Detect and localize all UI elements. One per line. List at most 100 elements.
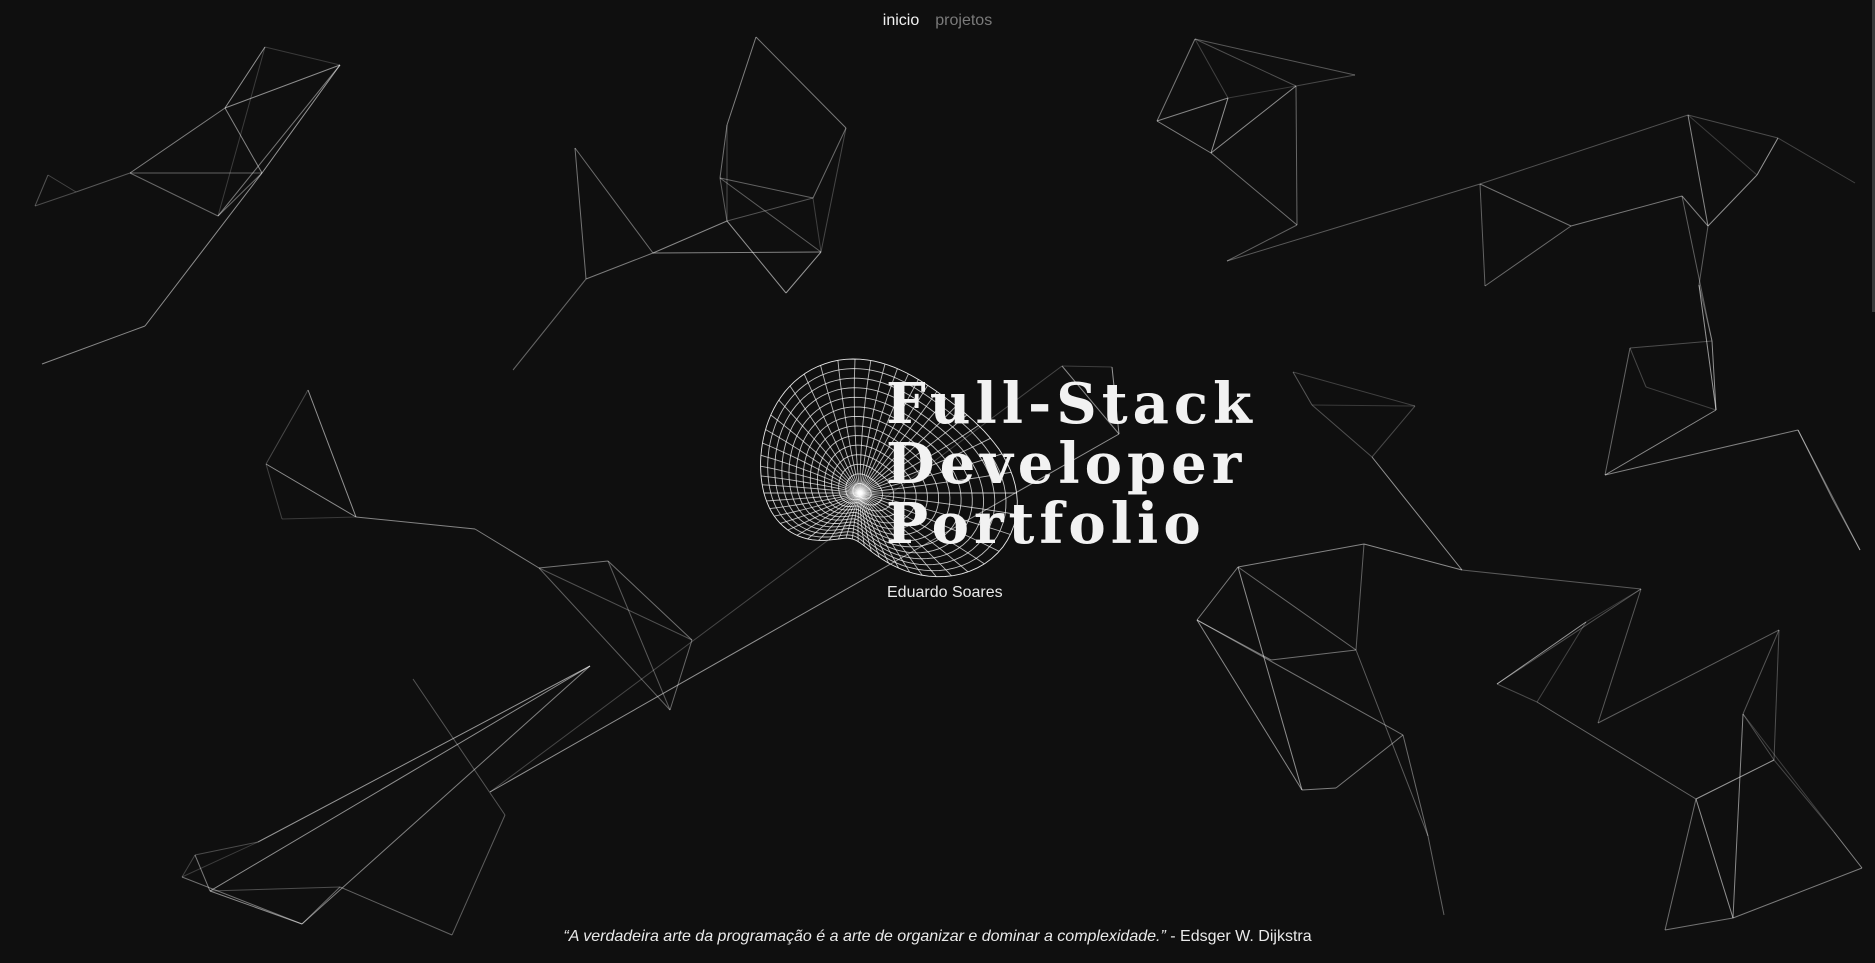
network-edge [1707,174,1758,227]
network-edge [719,177,728,222]
network-edge [1833,831,1863,869]
network-edge [41,325,146,365]
hero-title-line: Full-Stack [886,371,1257,437]
network-edge [812,197,822,253]
network-edge [1355,649,1429,837]
network-edge [1773,759,1835,833]
network-edge [1604,347,1631,476]
hero-title: Full-Stack Developer Portfolio [886,374,1257,554]
network-edge [217,46,266,217]
network-edge [75,172,131,193]
network-edge [1156,120,1212,154]
network-edge [1732,867,1863,919]
network-edge [512,278,587,371]
network-edge [652,251,822,254]
network-edge [1742,629,1780,715]
network-edge [820,127,847,253]
network-edge [1585,588,1642,623]
hero-title-line: Portfolio [886,491,1206,557]
network-edge [1427,835,1445,916]
network-edge [1156,97,1229,122]
network-edge [1698,225,1709,286]
network-edge [301,665,591,925]
network-edge [209,886,341,892]
footer-quote: “A verdadeira arte da programação é a ar… [0,928,1875,946]
network-edge [264,46,341,66]
network-edge [1496,621,1587,685]
network-edge [719,124,728,179]
network-edge [1484,225,1572,287]
network-edge [785,251,822,294]
nav-link-inicio[interactable]: inicio [883,12,919,30]
network-edge [1292,371,1416,407]
network-edge [1536,701,1697,800]
network-edge [451,814,506,936]
network-edge [1210,152,1298,226]
network-edge [1742,713,1835,833]
network-edge [1645,386,1717,411]
network-edge [301,886,341,925]
network-edge [574,147,587,280]
network-edge [1496,588,1642,685]
network-edge [181,841,259,878]
nav-link-projetos[interactable]: projetos [935,12,992,30]
network-edge [47,174,77,193]
network-edge [181,876,303,925]
network-edge [1311,404,1416,407]
network-edge [474,528,540,569]
network-edge [1355,543,1365,651]
network-edge [224,46,266,109]
network-edge [1371,456,1463,571]
network-edge [1664,798,1697,931]
network-edge [1295,74,1356,87]
network-edge [1237,566,1303,791]
network-edge [1227,85,1297,99]
network-edge [755,36,847,129]
network-edge [1210,85,1297,154]
network-edge [1402,734,1429,837]
network-edge [1311,404,1373,458]
network-edge [1196,619,1303,791]
network-edge [538,560,609,569]
network-edge [726,220,787,294]
network-edge [1237,566,1357,651]
network-edge [1773,629,1780,761]
network-edge [1479,183,1572,227]
network-edge [1194,38,1297,87]
network-edge [129,172,219,217]
network-edge [1335,734,1404,789]
network-edge [1210,97,1229,154]
network-edge [129,107,226,174]
network-edge [1681,195,1709,227]
network-edge [1695,798,1734,919]
network-edge [1681,195,1713,342]
network-edge [1742,713,1775,761]
network-edge [1461,569,1642,590]
network-edge [1196,619,1404,736]
network-edge [355,516,476,530]
network-edge [34,174,49,207]
network-edge [1363,543,1463,571]
network-edge [194,841,259,856]
network-edge [281,516,357,520]
network-edge [1061,365,1113,368]
network-edge [1226,183,1481,262]
network-edge [1270,649,1357,661]
author-name: Eduardo Soares [887,584,1003,601]
network-edge [1536,621,1587,703]
network-edge [1295,85,1298,226]
network-edge [1194,38,1229,99]
top-nav: inicio projetos [0,12,1875,30]
network-edge [1604,409,1717,476]
quote-text: “A verdadeira arte da programação é a ar… [563,928,1166,945]
network-edge [1797,429,1861,551]
quote-author: - Edsger W. Dijkstra [1170,928,1312,945]
network-edge [585,252,654,280]
network-edge [1597,588,1642,724]
network-edge [307,389,357,518]
network-edge [1777,137,1856,184]
network-edge [1156,38,1196,122]
network-edge [726,36,757,126]
network-edge [265,389,309,465]
network-edge [1629,347,1647,388]
